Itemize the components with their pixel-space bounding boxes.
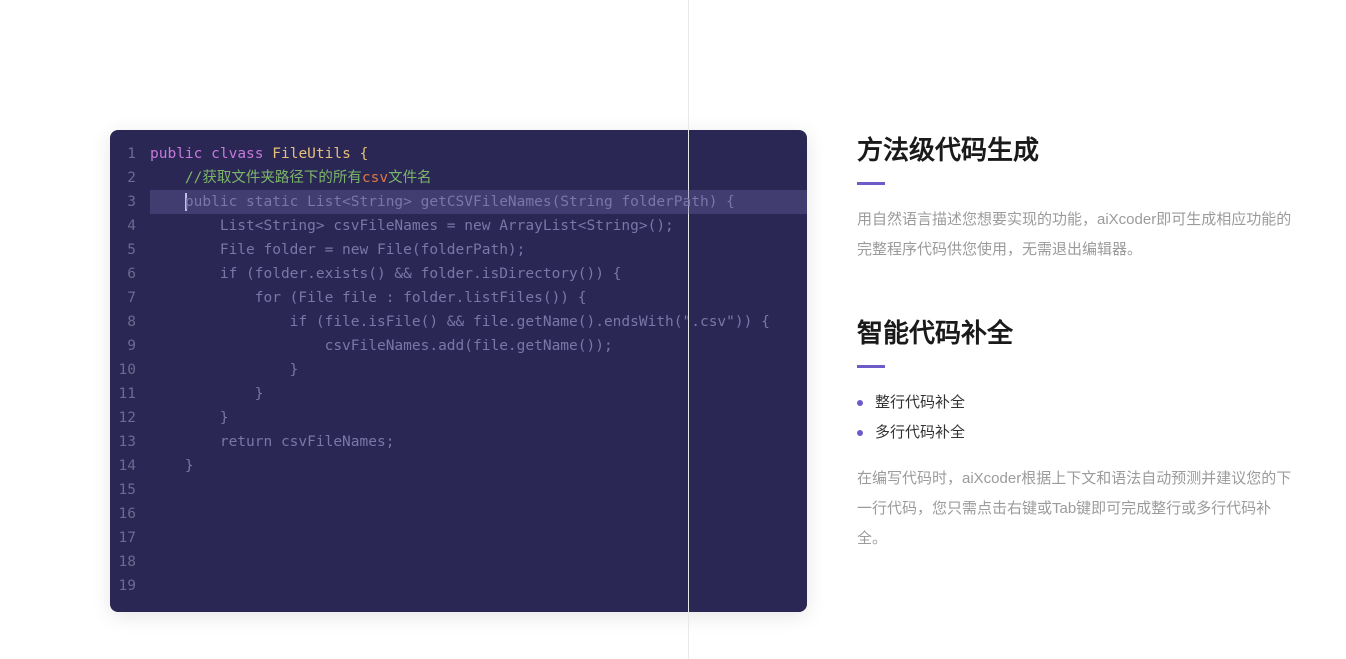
feature-section-completion: 智能代码补全 整行代码补全 多行代码补全 在编写代码时，aiXcoder根据上下… [857, 313, 1297, 554]
feature-bullets: 整行代码补全 多行代码补全 [857, 388, 1297, 448]
line-number: 7 [110, 286, 150, 310]
code-line-content: public clvass FileUtils { [150, 142, 807, 166]
section-title: 智能代码补全 [857, 313, 1297, 350]
code-editor-panel: 1 public clvass FileUtils { 2 //获取文件夹路径下… [110, 130, 807, 612]
line-number: 9 [110, 334, 150, 358]
code-suggestion-line: } [150, 406, 807, 430]
code-line-content [150, 550, 807, 574]
line-number: 4 [110, 214, 150, 238]
line-number: 3 [110, 190, 150, 214]
code-suggestion-line: csvFileNames.add(file.getName()); [150, 334, 807, 358]
section-description: 用自然语言描述您想要实现的功能，aiXcoder即可生成相应功能的完整程序代码供… [857, 205, 1297, 265]
line-number: 5 [110, 238, 150, 262]
code-line-content [150, 478, 807, 502]
code-suggestion-line: List<String> csvFileNames = new ArrayLis… [150, 214, 807, 238]
code-line-content [150, 526, 807, 550]
line-number: 10 [110, 358, 150, 382]
code-suggestion-line: return csvFileNames; [150, 430, 807, 454]
line-number: 6 [110, 262, 150, 286]
code-suggestion-line: if (folder.exists() && folder.isDirector… [150, 262, 807, 286]
line-number: 8 [110, 310, 150, 334]
bullet-item: 整行代码补全 [857, 388, 1297, 418]
code-suggestion-line[interactable]: public static List<String> getCSVFileNam… [150, 190, 807, 214]
feature-section-codegen: 方法级代码生成 用自然语言描述您想要实现的功能，aiXcoder即可生成相应功能… [857, 130, 1297, 265]
line-number: 2 [110, 166, 150, 190]
code-line-content [150, 574, 807, 598]
title-underline [857, 182, 885, 185]
code-suggestion-line: if (file.isFile() && file.getName().ends… [150, 310, 807, 334]
feature-sidebar: 方法级代码生成 用自然语言描述您想要实现的功能，aiXcoder即可生成相应功能… [857, 130, 1297, 612]
code-suggestion-line: } [150, 358, 807, 382]
line-number: 11 [110, 382, 150, 406]
line-number: 17 [110, 526, 150, 550]
line-number: 19 [110, 574, 150, 598]
title-underline [857, 365, 885, 368]
code-line-content [150, 502, 807, 526]
section-description: 在编写代码时，aiXcoder根据上下文和语法自动预测并建议您的下一行代码，您只… [857, 464, 1297, 554]
code-line-content: //获取文件夹路径下的所有csv文件名 [150, 166, 807, 190]
code-suggestion-line: } [150, 382, 807, 406]
line-number: 14 [110, 454, 150, 478]
section-title: 方法级代码生成 [857, 130, 1297, 167]
line-number: 1 [110, 142, 150, 166]
code-suggestion-line: File folder = new File(folderPath); [150, 238, 807, 262]
bullet-item: 多行代码补全 [857, 418, 1297, 448]
line-number: 13 [110, 430, 150, 454]
line-number: 16 [110, 502, 150, 526]
vertical-divider [688, 0, 689, 659]
line-number: 18 [110, 550, 150, 574]
line-number: 15 [110, 478, 150, 502]
code-suggestion-line: for (File file : folder.listFiles()) { [150, 286, 807, 310]
line-number: 12 [110, 406, 150, 430]
code-suggestion-line: } [150, 454, 807, 478]
